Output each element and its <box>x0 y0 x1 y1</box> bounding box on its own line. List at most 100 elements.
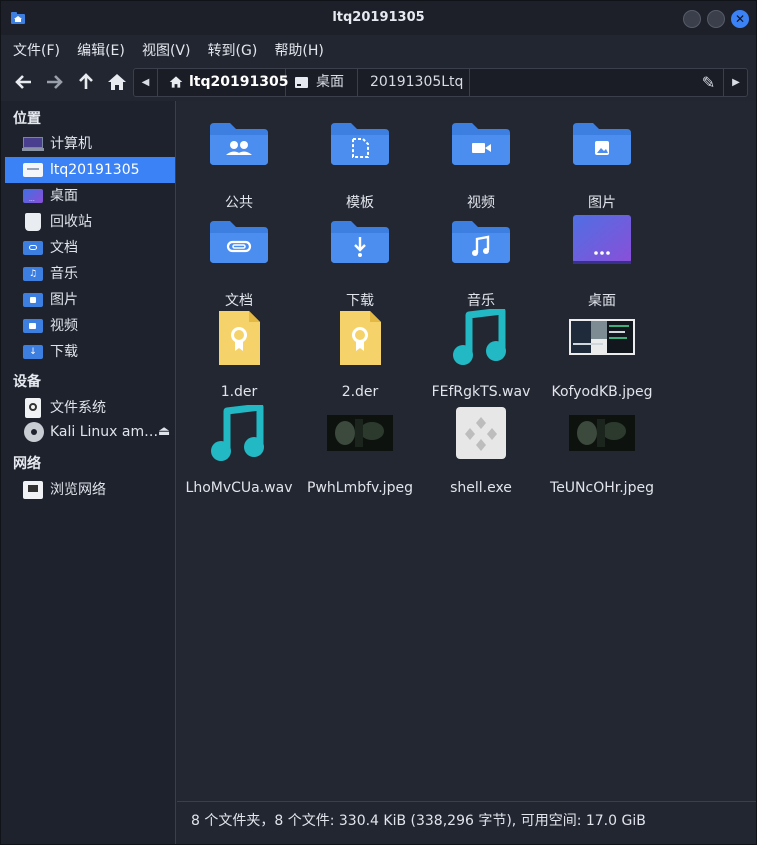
maximize-button[interactable] <box>707 10 725 28</box>
folder-pictures-icon <box>573 123 631 165</box>
home-button[interactable] <box>104 69 130 95</box>
file-name: 公共 <box>225 195 253 211</box>
trash-icon <box>25 213 41 231</box>
desktop-folder-icon <box>573 215 631 264</box>
sidebar-item-label: 文档 <box>50 240 78 256</box>
close-button[interactable]: ✕ <box>731 10 749 28</box>
file-name: 图片 <box>588 195 616 211</box>
file-name: 1.der <box>220 384 258 400</box>
downloads-icon: ↓ <box>23 345 43 359</box>
sidebar-item-label: 回收站 <box>50 214 92 230</box>
file-name: FEfRgkTS.wav <box>431 384 531 400</box>
sidebar-section-places: 位置 <box>13 111 41 127</box>
minimize-button[interactable] <box>683 10 701 28</box>
path-segment-20191305ltq[interactable]: 20191305Ltq <box>358 69 470 96</box>
forward-button[interactable] <box>41 69 67 95</box>
sidebar: 位置 计算机 ltq20191305 ... 桌面 回收站 文档 ♫ 音乐 图片 <box>1 101 176 844</box>
menu-edit[interactable]: 编辑(E) <box>65 35 125 60</box>
desktop-icon <box>295 77 308 88</box>
arrow-right-icon <box>47 75 63 89</box>
folder-music-icon <box>452 221 510 263</box>
sidebar-item-label: 文件系统 <box>50 400 106 416</box>
sidebar-item-label: 桌面 <box>50 188 78 204</box>
sidebar-item-downloads[interactable]: ↓ 下载 <box>5 339 175 365</box>
file-name: 音乐 <box>467 293 495 309</box>
sidebar-item-music[interactable]: ♫ 音乐 <box>5 261 175 287</box>
folder-videos-icon <box>452 123 510 165</box>
file-name: 文档 <box>225 293 253 309</box>
folder-documents-icon <box>210 221 268 263</box>
sidebar-item-videos[interactable]: 视频 <box>5 313 175 339</box>
home-icon <box>108 74 126 90</box>
path-scroll-left-button[interactable]: ◀ <box>134 69 158 96</box>
sidebar-item-computer[interactable]: 计算机 <box>5 131 175 157</box>
music-icon: ♫ <box>23 267 43 281</box>
file-grid: 公共 模板 视频 图片 文档 下载 音乐 桌面 1.der 2.der FEfR… <box>177 101 756 801</box>
status-text: 8 个文件夹，8 个文件: 330.4 KiB (338,296 字节), 可用… <box>191 813 646 829</box>
drive-icon <box>25 398 41 418</box>
sidebar-item-documents[interactable]: 文档 <box>5 235 175 261</box>
sidebar-item-filesystem[interactable]: 文件系统 <box>5 395 175 421</box>
certificate-file-icon <box>340 311 381 365</box>
computer-icon <box>22 137 44 151</box>
back-button[interactable] <box>11 69 37 95</box>
sidebar-item-label: 浏览网络 <box>50 482 106 498</box>
arrow-left-icon <box>15 75 31 89</box>
arrow-up-icon <box>79 73 93 89</box>
image-thumbnail <box>327 415 393 451</box>
path-segment-label: 20191305Ltq <box>370 74 464 90</box>
path-segment-home[interactable]: ltq20191305 <box>158 69 289 96</box>
sidebar-item-label: 音乐 <box>50 266 78 282</box>
path-segment-desktop[interactable]: 桌面 <box>286 69 358 96</box>
pictures-icon <box>23 293 43 307</box>
path-bar: ◀ ltq20191305 桌面 20191305Ltq ✎ ▶ <box>133 68 748 97</box>
image-thumbnail <box>569 415 635 451</box>
executable-file-icon <box>456 407 506 459</box>
sidebar-item-trash[interactable]: 回收站 <box>5 209 175 235</box>
file-name: shell.exe <box>450 480 512 496</box>
sidebar-section-devices: 设备 <box>13 374 41 390</box>
sidebar-item-label: ltq20191305 <box>50 162 140 178</box>
file-name: LhoMvCUa.wav <box>185 480 293 496</box>
status-bar: 8 个文件夹，8 个文件: 330.4 KiB (338,296 字节), 可用… <box>177 801 756 844</box>
sidebar-item-pictures[interactable]: 图片 <box>5 287 175 313</box>
menu-view[interactable]: 视图(V) <box>130 35 191 60</box>
sidebar-section-network: 网络 <box>13 456 41 472</box>
folder-downloads-icon <box>331 221 389 263</box>
sidebar-item-home[interactable]: ltq20191305 <box>5 157 175 183</box>
file-name: KofyodKB.jpeg <box>551 384 653 400</box>
sidebar-item-kali-disc[interactable]: Kali Linux am… ⏏ <box>5 419 175 445</box>
audio-file-icon <box>453 309 506 365</box>
desktop-icon: ... <box>23 189 43 203</box>
file-name: 模板 <box>346 195 374 211</box>
certificate-file-icon <box>219 311 260 365</box>
title-bar[interactable]: ltq20191305 ✕ <box>1 1 756 35</box>
path-segment-label: 桌面 <box>316 74 344 90</box>
menu-bar: 文件(F) 编辑(E) 视图(V) 转到(G) 帮助(H) <box>1 35 756 63</box>
file-name: 视频 <box>467 195 495 211</box>
disc-icon <box>24 422 44 442</box>
sidebar-item-label: Kali Linux am… <box>50 424 159 440</box>
edit-location-button[interactable]: ✎ <box>694 69 724 96</box>
toolbar: ◀ ltq20191305 桌面 20191305Ltq ✎ ▶ <box>1 63 756 101</box>
file-name: TeUNcOHr.jpeg <box>550 480 654 496</box>
menu-go[interactable]: 转到(G) <box>196 35 258 60</box>
file-name: 2.der <box>341 384 379 400</box>
eject-icon[interactable]: ⏏ <box>158 419 170 445</box>
network-icon <box>23 481 43 499</box>
folder-templates-icon <box>331 123 389 165</box>
file-name: 下载 <box>346 293 374 309</box>
menu-help[interactable]: 帮助(H) <box>262 35 323 60</box>
sidebar-item-label: 图片 <box>50 292 78 308</box>
path-segment-label: ltq20191305 <box>189 74 289 90</box>
file-name: 桌面 <box>588 293 616 309</box>
path-scroll-right-button[interactable]: ▶ <box>724 69 748 96</box>
home-icon <box>169 76 183 88</box>
file-manager-window: ltq20191305 ✕ 文件(F) 编辑(E) 视图(V) 转到(G) 帮助… <box>0 0 757 845</box>
menu-file[interactable]: 文件(F) <box>1 35 60 60</box>
sidebar-item-desktop[interactable]: ... 桌面 <box>5 183 175 209</box>
sidebar-item-browse-network[interactable]: 浏览网络 <box>5 477 175 503</box>
up-button[interactable] <box>73 69 99 95</box>
sidebar-item-label: 下载 <box>50 344 78 360</box>
folder-public-icon <box>210 123 268 165</box>
